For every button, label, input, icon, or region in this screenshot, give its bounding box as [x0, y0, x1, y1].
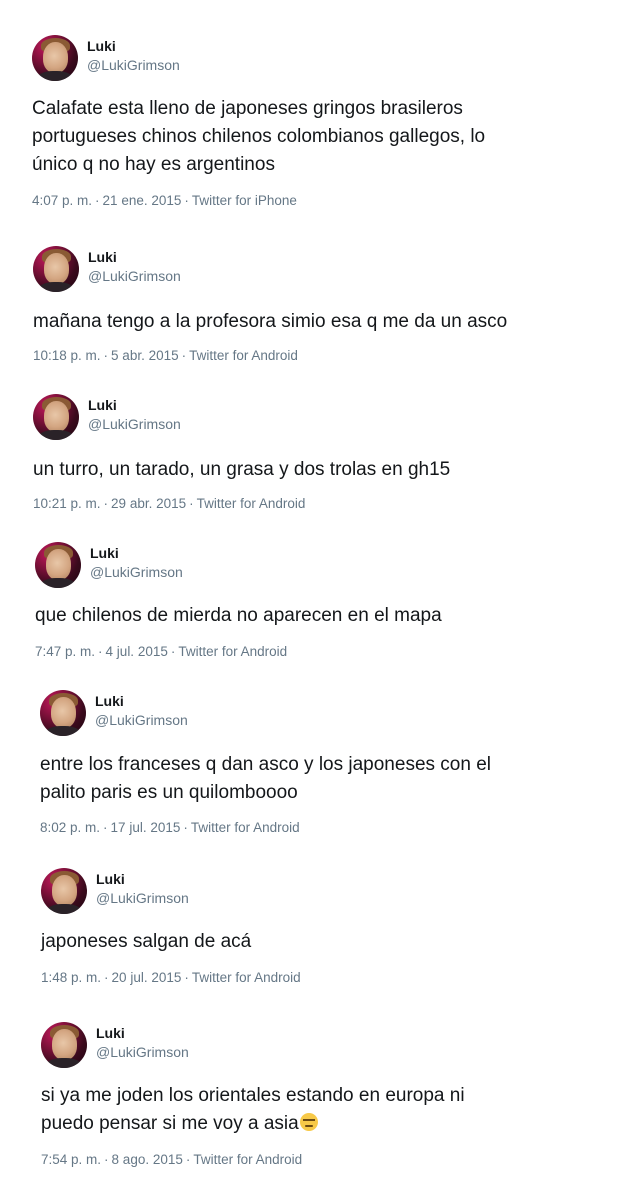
tweet-date[interactable]: 21 ene. 2015: [103, 193, 182, 208]
tweet-time[interactable]: 1:48 p. m.: [41, 970, 101, 985]
meta-separator: ·: [98, 644, 103, 659]
user-handle[interactable]: @LukiGrimson: [95, 712, 188, 729]
user-name[interactable]: Luki: [96, 871, 125, 888]
meta-separator: ·: [103, 496, 109, 511]
user-handle[interactable]: @LukiGrimson: [96, 1044, 189, 1061]
tweet-text: entre los franceses q dan asco y los jap…: [40, 754, 491, 803]
tweet-meta: 10:18 p. m. · 5 abr. 2015 · Twitter for Andr…: [33, 348, 298, 364]
user-name[interactable]: Luki: [90, 545, 119, 562]
meta-separator: ·: [185, 1152, 191, 1167]
tweet-date[interactable]: 17 jul. 2015: [111, 820, 181, 835]
tweet-time[interactable]: 10:21 p. m.: [33, 496, 101, 511]
avatar[interactable]: [41, 868, 87, 914]
unamused-face-icon: [299, 1113, 318, 1131]
tweet-meta: 4:07 p. m. · 21 ene. 2015 · Twitter for iPho…: [32, 193, 297, 209]
tweet-meta: 7:54 p. m. · 8 ago. 2015 · Twitter for Andro…: [41, 1152, 302, 1168]
avatar[interactable]: [40, 690, 86, 736]
meta-separator: ·: [104, 970, 109, 985]
avatar[interactable]: [32, 35, 78, 81]
tweet-client[interactable]: Twitter for Android: [191, 820, 300, 835]
tweet-text: mañana tengo a la profesora simio esa q …: [33, 311, 508, 332]
tweet-client[interactable]: Twitter for iPhone: [192, 193, 297, 208]
avatar[interactable]: [35, 542, 81, 588]
tweet-text: un turro, un tarado, un grasa y dos trol…: [33, 459, 451, 480]
tweet-time[interactable]: 4:07 p. m.: [32, 193, 92, 208]
tweet-time[interactable]: 10:18 p. m.: [33, 348, 101, 363]
tweet-date[interactable]: 29 abr. 2015: [111, 496, 186, 511]
user-name[interactable]: Luki: [87, 38, 116, 55]
tweet-time[interactable]: 8:02 p. m.: [40, 820, 100, 835]
meta-separator: ·: [181, 348, 187, 363]
meta-separator: ·: [103, 348, 109, 363]
meta-separator: ·: [170, 644, 176, 659]
meta-separator: ·: [95, 193, 100, 208]
user-name[interactable]: Luki: [95, 693, 124, 710]
tweet-date[interactable]: 5 abr. 2015: [111, 348, 179, 363]
avatar[interactable]: [41, 1022, 87, 1068]
tweet-client[interactable]: Twitter for Android: [197, 496, 306, 511]
tweet-date[interactable]: 8 ago. 2015: [112, 1152, 183, 1167]
tweet-text: si ya me joden los orientales estando en…: [41, 1082, 465, 1138]
tweet-client[interactable]: Twitter for Android: [178, 644, 287, 659]
user-name[interactable]: Luki: [88, 249, 117, 266]
user-handle[interactable]: @LukiGrimson: [87, 57, 180, 74]
tweet-meta: 7:47 p. m. · 4 jul. 2015 · Twitter for Andro…: [35, 644, 287, 660]
tweet-text: Calafate esta lleno de japoneses gringos…: [32, 98, 486, 175]
meta-separator: ·: [104, 1152, 109, 1167]
meta-separator: ·: [184, 193, 189, 208]
user-handle[interactable]: @LukiGrimson: [90, 564, 183, 581]
tweet-time[interactable]: 7:54 p. m.: [41, 1152, 101, 1167]
user-handle[interactable]: @LukiGrimson: [96, 890, 189, 907]
meta-separator: ·: [184, 970, 189, 985]
tweet-date[interactable]: 20 jul. 2015: [112, 970, 182, 985]
tweet-meta: 1:48 p. m. · 20 jul. 2015 · Twitter for Andr…: [41, 970, 301, 986]
tweet-meta: 10:21 p. m. · 29 abr. 2015 · Twitter for And…: [33, 496, 305, 512]
tweet-client[interactable]: Twitter for Android: [189, 348, 298, 363]
tweet-client[interactable]: Twitter for Android: [193, 1152, 302, 1167]
tweet-client[interactable]: Twitter for Android: [192, 970, 301, 985]
user-name[interactable]: Luki: [88, 397, 117, 414]
tweet-meta: 8:02 p. m. · 17 jul. 2015 · Twitter for Andr…: [40, 820, 300, 836]
tweet-text: japoneses salgan de acá: [41, 931, 252, 952]
user-handle[interactable]: @LukiGrimson: [88, 268, 181, 285]
tweet-time[interactable]: 7:47 p. m.: [35, 644, 95, 659]
user-handle[interactable]: @LukiGrimson: [88, 416, 181, 433]
meta-separator: ·: [183, 820, 188, 835]
meta-separator: ·: [189, 496, 194, 511]
tweet-text: que chilenos de mierda no aparecen en el…: [35, 605, 442, 626]
tweet-date[interactable]: 4 jul. 2015: [106, 644, 168, 659]
avatar[interactable]: [33, 394, 79, 440]
tweet-text-content: si ya me joden los orientales estando en…: [41, 1085, 465, 1134]
avatar[interactable]: [33, 246, 79, 292]
meta-separator: ·: [103, 820, 108, 835]
user-name[interactable]: Luki: [96, 1025, 125, 1042]
